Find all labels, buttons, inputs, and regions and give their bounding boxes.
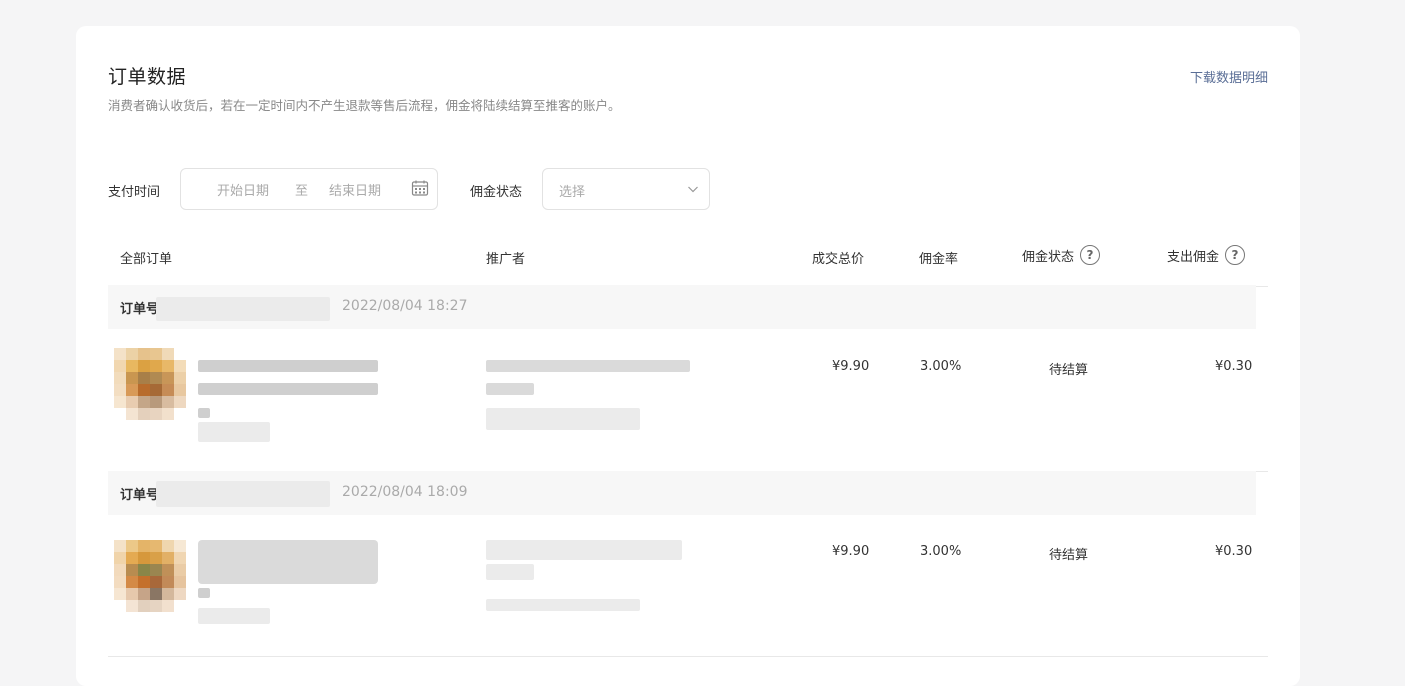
end-date-input[interactable]: 结束日期 xyxy=(329,180,381,199)
page-subtitle: 消费者确认收货后，若在一定时间内不产生退款等售后流程，佣金将陆续结算至推客的账户… xyxy=(108,98,621,113)
date-range-picker[interactable]: 开始日期 至 结束日期 xyxy=(180,168,438,210)
commission-rate-cell: 3.00% xyxy=(920,359,962,374)
column-header-total-price: 成交总价 xyxy=(812,252,865,267)
order-number-label: 订单号 xyxy=(120,488,160,503)
column-header-commission-status: 佣金状态 ? xyxy=(1022,245,1101,265)
order-header-2: 订单号 2022/08/04 18:09 xyxy=(108,471,1256,515)
redacted-promoter-name xyxy=(486,360,690,372)
column-header-payout: 支出佣金 ? xyxy=(1167,245,1246,265)
payout-cell: ¥0.30 xyxy=(1215,544,1253,559)
column-header-commission-rate: 佣金率 xyxy=(919,252,959,267)
total-price-cell: ¥9.90 xyxy=(832,544,870,559)
commission-status-cell: 待结算 xyxy=(1049,363,1089,378)
redacted-promoter-id xyxy=(486,383,534,395)
commission-rate-cell: 3.00% xyxy=(920,544,962,559)
redacted-promoter-info xyxy=(486,599,640,611)
order-number-label: 订单号 xyxy=(120,302,160,317)
commission-status-select[interactable]: 选择 xyxy=(542,168,710,210)
redacted-order-number xyxy=(156,297,330,321)
redacted-product-sku xyxy=(198,422,270,442)
payout-cell: ¥0.30 xyxy=(1215,359,1253,374)
download-details-link[interactable]: 下载数据明细 xyxy=(1190,67,1268,86)
total-price-cell: ¥9.90 xyxy=(832,359,870,374)
row-divider xyxy=(108,656,1268,657)
product-thumbnail[interactable] xyxy=(114,348,186,420)
redacted-product-name xyxy=(198,540,378,584)
order-header-1: 订单号 2022/08/04 18:27 xyxy=(108,285,1256,329)
redacted-product-name xyxy=(198,383,378,395)
order-data-card: 订单数据 消费者确认收货后，若在一定时间内不产生退款等售后流程，佣金将陆续结算至… xyxy=(76,26,1300,686)
redacted-product-spec xyxy=(198,408,210,418)
calendar-icon[interactable] xyxy=(411,179,429,197)
column-header-all-orders: 全部订单 xyxy=(120,252,173,267)
date-separator: 至 xyxy=(295,183,309,199)
column-header-promoter: 推广者 xyxy=(486,252,526,267)
redacted-product-name xyxy=(198,360,378,372)
redacted-order-number xyxy=(156,481,330,507)
page-title: 订单数据 xyxy=(108,66,187,88)
order-time: 2022/08/04 18:09 xyxy=(342,484,468,500)
redacted-promoter-name xyxy=(486,540,682,560)
chevron-down-icon xyxy=(688,186,698,193)
redacted-promoter-info xyxy=(486,408,640,430)
redacted-product-sku xyxy=(198,608,270,624)
commission-status-cell: 待结算 xyxy=(1049,548,1089,563)
commission-status-help-icon[interactable]: ? xyxy=(1080,245,1101,265)
payout-help-icon[interactable]: ? xyxy=(1225,245,1246,265)
redacted-promoter-id xyxy=(486,564,534,580)
pay-time-label: 支付时间 xyxy=(108,185,161,200)
product-thumbnail[interactable] xyxy=(114,540,186,612)
status-select-placeholder: 选择 xyxy=(559,185,586,200)
start-date-input[interactable]: 开始日期 xyxy=(217,180,269,199)
redacted-product-spec xyxy=(198,588,210,598)
order-time: 2022/08/04 18:27 xyxy=(342,298,468,314)
commission-status-filter-label: 佣金状态 xyxy=(470,185,523,200)
